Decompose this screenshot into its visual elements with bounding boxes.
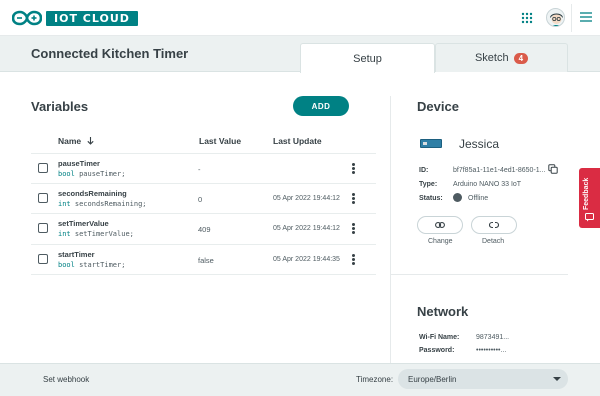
row-checkbox[interactable]	[38, 223, 48, 233]
variable-decl-name: setTimerValue;	[74, 230, 134, 238]
last-value: 0	[198, 195, 203, 204]
variable-decl-name: pauseTimer;	[79, 170, 126, 178]
last-update: 05 Apr 2022 19:44:12	[273, 225, 340, 232]
variable-decl-name: secondsRemaining;	[74, 200, 147, 208]
variable-type: bool	[58, 170, 75, 178]
last-value: false	[198, 256, 214, 265]
arrow-down-icon	[86, 137, 94, 145]
network-title: Network	[417, 304, 469, 319]
column-name-label: Name	[58, 136, 82, 146]
last-update: 05 Apr 2022 19:44:12	[273, 195, 340, 202]
brand-name: IOT CLOUD	[46, 10, 138, 26]
change-device-button[interactable]	[417, 216, 463, 234]
board-icon	[420, 139, 442, 148]
wifi-name-label: Wi-Fi Name:	[419, 334, 460, 341]
device-id-value: bf7f85a1-11e1-4ed1-8650-1...	[453, 167, 546, 174]
row-more-icon[interactable]	[352, 163, 356, 175]
apps-grid-icon[interactable]	[521, 12, 533, 24]
last-value: -	[198, 165, 201, 174]
device-network-divider	[391, 274, 568, 275]
table-row[interactable]: secondsRemaining int secondsRemaining; 0…	[31, 183, 376, 213]
device-id-label: ID:	[419, 167, 429, 174]
add-variable-button[interactable]: ADD	[293, 96, 349, 116]
variable-declaration: int secondsRemaining;	[58, 200, 147, 208]
variable-name: pauseTimer	[58, 159, 100, 168]
device-type-label: Type:	[419, 181, 438, 188]
row-checkbox[interactable]	[38, 163, 48, 173]
device-name: Jessica	[459, 137, 500, 151]
hamburger-menu-icon[interactable]	[580, 12, 592, 22]
unlink-icon	[489, 221, 499, 229]
page-title: Connected Kitchen Timer	[31, 46, 189, 61]
timezone-value: Europe/Berlin	[408, 375, 457, 384]
variable-declaration: int setTimerValue;	[58, 230, 134, 238]
variable-name: secondsRemaining	[58, 189, 127, 198]
chevron-down-icon[interactable]	[553, 377, 561, 381]
password-value: ••••••••••...	[476, 347, 507, 354]
brand-logo[interactable]: IOT CLOUD	[12, 10, 138, 26]
row-checkbox[interactable]	[38, 254, 48, 264]
tab-setup-label: Setup	[353, 52, 382, 65]
column-header-last-value: Last Value	[199, 136, 242, 146]
variable-type: int	[58, 230, 71, 238]
link-icon	[435, 222, 445, 228]
feedback-label: Feedback	[583, 177, 590, 210]
password-label: Password:	[419, 347, 455, 354]
last-update: 05 Apr 2022 19:44:35	[273, 256, 340, 263]
column-header-name[interactable]: Name	[58, 136, 94, 146]
timezone-label: Timezone:	[356, 375, 394, 384]
change-label: Change	[428, 238, 453, 245]
variable-name: setTimerValue	[58, 219, 109, 228]
row-more-icon[interactable]	[352, 254, 356, 266]
device-status-value: Offline	[468, 195, 489, 202]
last-value: 409	[198, 225, 211, 234]
variables-title: Variables	[31, 99, 89, 114]
user-avatar-icon[interactable]	[546, 8, 565, 27]
tab-sketch-label: Sketch	[474, 52, 509, 64]
tab-sketch[interactable]: Sketch 4	[435, 43, 568, 72]
table-row[interactable]: pauseTimer bool pauseTimer; -	[31, 153, 376, 183]
detach-label: Detach	[482, 238, 505, 245]
variable-declaration: bool pauseTimer;	[58, 170, 125, 178]
row-more-icon[interactable]	[352, 193, 356, 205]
variable-type: bool	[58, 261, 75, 269]
table-bottom-border	[31, 274, 376, 275]
feedback-tab[interactable]: Feedback	[579, 168, 600, 228]
feedback-icon	[585, 213, 594, 222]
device-title: Device	[417, 99, 459, 114]
variable-decl-name: startTimer;	[79, 261, 126, 269]
row-more-icon[interactable]	[352, 223, 356, 235]
detach-device-button[interactable]	[471, 216, 517, 234]
wifi-name-value: 9873491...	[476, 334, 510, 341]
row-checkbox[interactable]	[38, 193, 48, 203]
panel-divider	[390, 96, 391, 364]
tab-setup[interactable]: Setup	[300, 43, 435, 73]
set-webhook-link[interactable]: Set webhook	[43, 375, 89, 384]
copy-icon[interactable]	[548, 164, 558, 174]
variable-declaration: bool startTimer;	[58, 261, 125, 269]
header-divider	[571, 4, 572, 32]
infinity-logo-icon	[12, 10, 42, 26]
table-row[interactable]: startTimer bool startTimer; false 05 Apr…	[31, 244, 376, 274]
sketch-badge: 4	[513, 52, 529, 64]
device-type-value: Arduino NANO 33 IoT	[453, 181, 522, 188]
variable-name: startTimer	[58, 250, 95, 259]
variable-type: int	[58, 200, 71, 208]
status-offline-icon	[453, 193, 462, 202]
table-row[interactable]: setTimerValue int setTimerValue; 409 05 …	[31, 213, 376, 243]
device-status-label: Status:	[419, 195, 443, 202]
column-header-last-update: Last Update	[273, 136, 322, 146]
